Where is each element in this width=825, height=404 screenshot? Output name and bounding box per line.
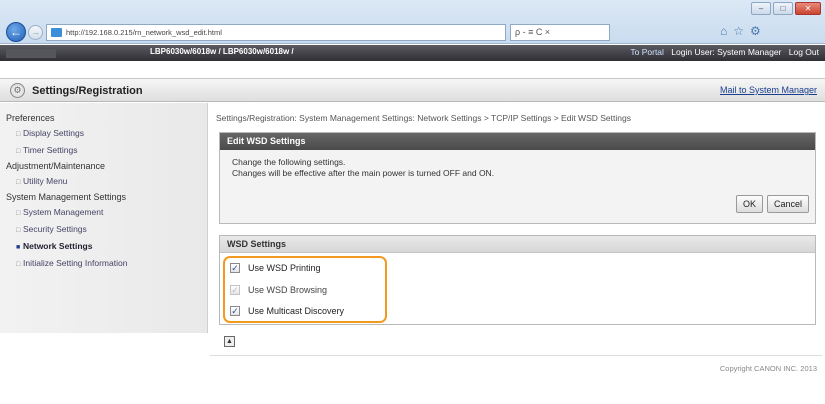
scroll-to-top-icon[interactable]: ▲ — [224, 336, 235, 347]
minimize-button[interactable]: – — [751, 2, 771, 15]
bullet-filled-icon: ■ — [16, 244, 21, 251]
wsd-settings-panel: WSD Settings ✓ Use WSD Printing ✓ Use WS… — [219, 235, 816, 325]
device-logo — [6, 49, 56, 58]
use-multicast-discovery-option[interactable]: ✓ Use Multicast Discovery — [230, 304, 344, 318]
edit-wsd-settings-panel: Edit WSD Settings Change the following s… — [219, 132, 816, 224]
address-bar[interactable]: http://192.168.0.215/rn_network_wsd_edit… — [46, 24, 506, 41]
panel-description: Change the following settings. Changes w… — [220, 150, 815, 179]
ok-button[interactable]: OK — [735, 195, 763, 213]
browser-toolbar: – □ ✕ ← → http://192.168.0.215/rn_networ… — [0, 0, 825, 44]
checkbox-disabled: ✓ — [230, 285, 240, 295]
forward-arrow-icon[interactable]: → — [28, 25, 43, 40]
remote-ui-header: LBP6030w/6018w / LBP6030w/6018w / To Por… — [0, 45, 825, 61]
copyright-text: Copyright CANON INC. 2013 — [719, 364, 817, 373]
header-links: To Portal Login User: System Manager Log… — [625, 47, 819, 57]
log-out-link[interactable]: Log Out — [789, 47, 819, 57]
bullet-icon: □ — [16, 148, 21, 155]
sidebar-item-timer-settings[interactable]: □ Timer Settings — [0, 142, 207, 159]
sidebar-item-security-settings[interactable]: □ Security Settings — [0, 221, 207, 238]
sidebar-item-label: Initialize Setting Information — [23, 258, 128, 268]
browser-toolbar-icons: ⌂ ☆ ⚙ — [720, 24, 761, 38]
cancel-button[interactable]: Cancel — [766, 195, 809, 213]
sidebar-item-initialize-setting-information[interactable]: □ Initialize Setting Information — [0, 255, 207, 272]
footer-divider — [210, 355, 822, 356]
window-controls: – □ ✕ — [751, 2, 821, 15]
option-label: Use Multicast Discovery — [248, 306, 345, 316]
device-name: LBP6030w/6018w / LBP6030w/6018w / — [150, 47, 294, 56]
bullet-icon: □ — [16, 261, 21, 268]
panel-title: Edit WSD Settings — [220, 133, 815, 150]
page-icon — [51, 28, 62, 37]
use-wsd-browsing-option: ✓ Use WSD Browsing — [230, 283, 327, 297]
login-user-text: Login User: System Manager — [671, 47, 782, 57]
panel-title: WSD Settings — [220, 236, 815, 253]
sidebar-item-label: Network Settings — [23, 241, 93, 251]
page-title-bar: ⚙ Settings/Registration Mail to System M… — [0, 78, 825, 102]
sidebar-item-network-settings[interactable]: ■ Network Settings — [0, 238, 207, 255]
to-portal-link[interactable]: To Portal — [630, 47, 664, 57]
address-actions[interactable]: ρ - ≡ C × — [510, 24, 610, 41]
use-wsd-printing-option[interactable]: ✓ Use WSD Printing — [230, 261, 321, 275]
sidebar-item-display-settings[interactable]: □ Display Settings — [0, 125, 207, 142]
sidebar-item-label: Security Settings — [23, 224, 87, 234]
wsd-options: ✓ Use WSD Printing ✓ Use WSD Browsing ✓ … — [220, 253, 815, 325]
settings-gear-icon[interactable]: ⚙ — [750, 24, 761, 38]
bullet-icon: □ — [16, 227, 21, 234]
close-window-button[interactable]: ✕ — [795, 2, 821, 15]
sidebar-item-utility-menu[interactable]: □ Utility Menu — [0, 173, 207, 190]
breadcrumb: Settings/Registration: System Management… — [216, 113, 631, 123]
sidebar-group-adjustment: Adjustment/Maintenance — [6, 161, 106, 171]
settings-gear-icon: ⚙ — [10, 83, 25, 98]
checkbox-checked[interactable]: ✓ — [230, 306, 240, 316]
home-icon[interactable]: ⌂ — [720, 24, 727, 38]
sidebar-item-label: System Management — [23, 207, 104, 217]
checkbox-checked[interactable]: ✓ — [230, 263, 240, 273]
option-label: Use WSD Browsing — [248, 285, 328, 295]
favorites-star-icon[interactable]: ☆ — [733, 24, 744, 38]
sidebar: Preferences □ Display Settings □ Timer Set… — [0, 103, 208, 333]
bullet-icon: □ — [16, 210, 21, 217]
bullet-icon: □ — [16, 179, 21, 186]
sidebar-item-system-management[interactable]: □ System Management — [0, 204, 207, 221]
description-line: Change the following settings. — [232, 157, 346, 167]
sidebar-group-system-management: System Management Settings — [6, 192, 127, 202]
description-line: Changes will be effective after the main… — [232, 168, 495, 178]
option-label: Use WSD Printing — [248, 263, 321, 273]
sidebar-group-preferences: Preferences — [6, 113, 55, 123]
action-buttons: OK Cancel — [735, 195, 809, 213]
sidebar-item-label: Timer Settings — [23, 145, 78, 155]
mail-to-system-manager-link[interactable]: Mail to System Manager — [720, 85, 817, 95]
maximize-button[interactable]: □ — [773, 2, 793, 15]
back-arrow-icon[interactable]: ← — [6, 22, 26, 42]
page-title: Settings/Registration — [32, 85, 143, 97]
sidebar-item-label: Display Settings — [23, 128, 84, 138]
sidebar-item-label: Utility Menu — [23, 176, 68, 186]
address-text: http://192.168.0.215/rn_network_wsd_edit… — [66, 28, 222, 37]
bullet-icon: □ — [16, 131, 21, 138]
